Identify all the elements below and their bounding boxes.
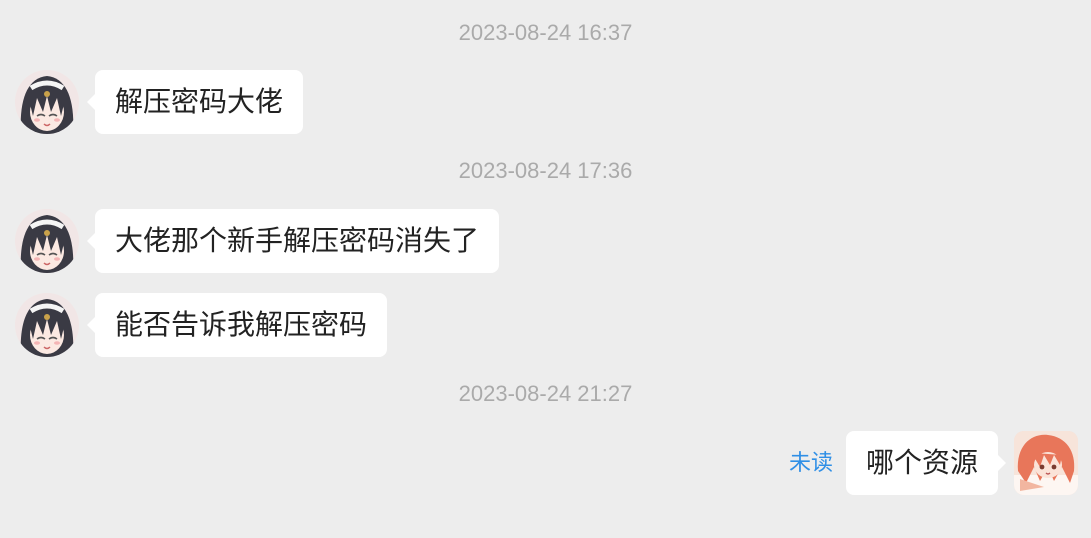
message-bubble[interactable]: 能否告诉我解压密码 — [86, 293, 388, 357]
anime-character-avatar-icon — [1014, 431, 1078, 495]
timestamp: 2023-08-24 21:27 — [458, 381, 633, 406]
contact-avatar[interactable] — [15, 293, 79, 357]
anime-girl-avatar-icon — [15, 209, 79, 273]
timestamp: 2023-08-24 16:37 — [458, 20, 633, 45]
anime-girl-avatar-icon — [15, 293, 79, 357]
timestamp: 2023-08-24 17:36 — [458, 158, 633, 183]
message-bubble[interactable]: 解压密码大佬 — [86, 70, 304, 134]
contact-avatar[interactable] — [15, 70, 79, 134]
message-text: 哪个资源 — [866, 446, 979, 479]
message-text: 能否告诉我解压密码 — [115, 308, 368, 341]
unread-status: 未读 — [789, 451, 834, 476]
self-avatar[interactable] — [1014, 431, 1078, 495]
contact-avatar[interactable] — [15, 209, 79, 273]
anime-girl-avatar-icon — [15, 70, 79, 134]
message-text: 大佬那个新手解压密码消失了 — [115, 224, 480, 257]
message-bubble[interactable]: 哪个资源 — [846, 431, 1007, 495]
message-bubble[interactable]: 大佬那个新手解压密码消失了 — [86, 209, 500, 273]
message-text: 解压密码大佬 — [115, 85, 284, 118]
